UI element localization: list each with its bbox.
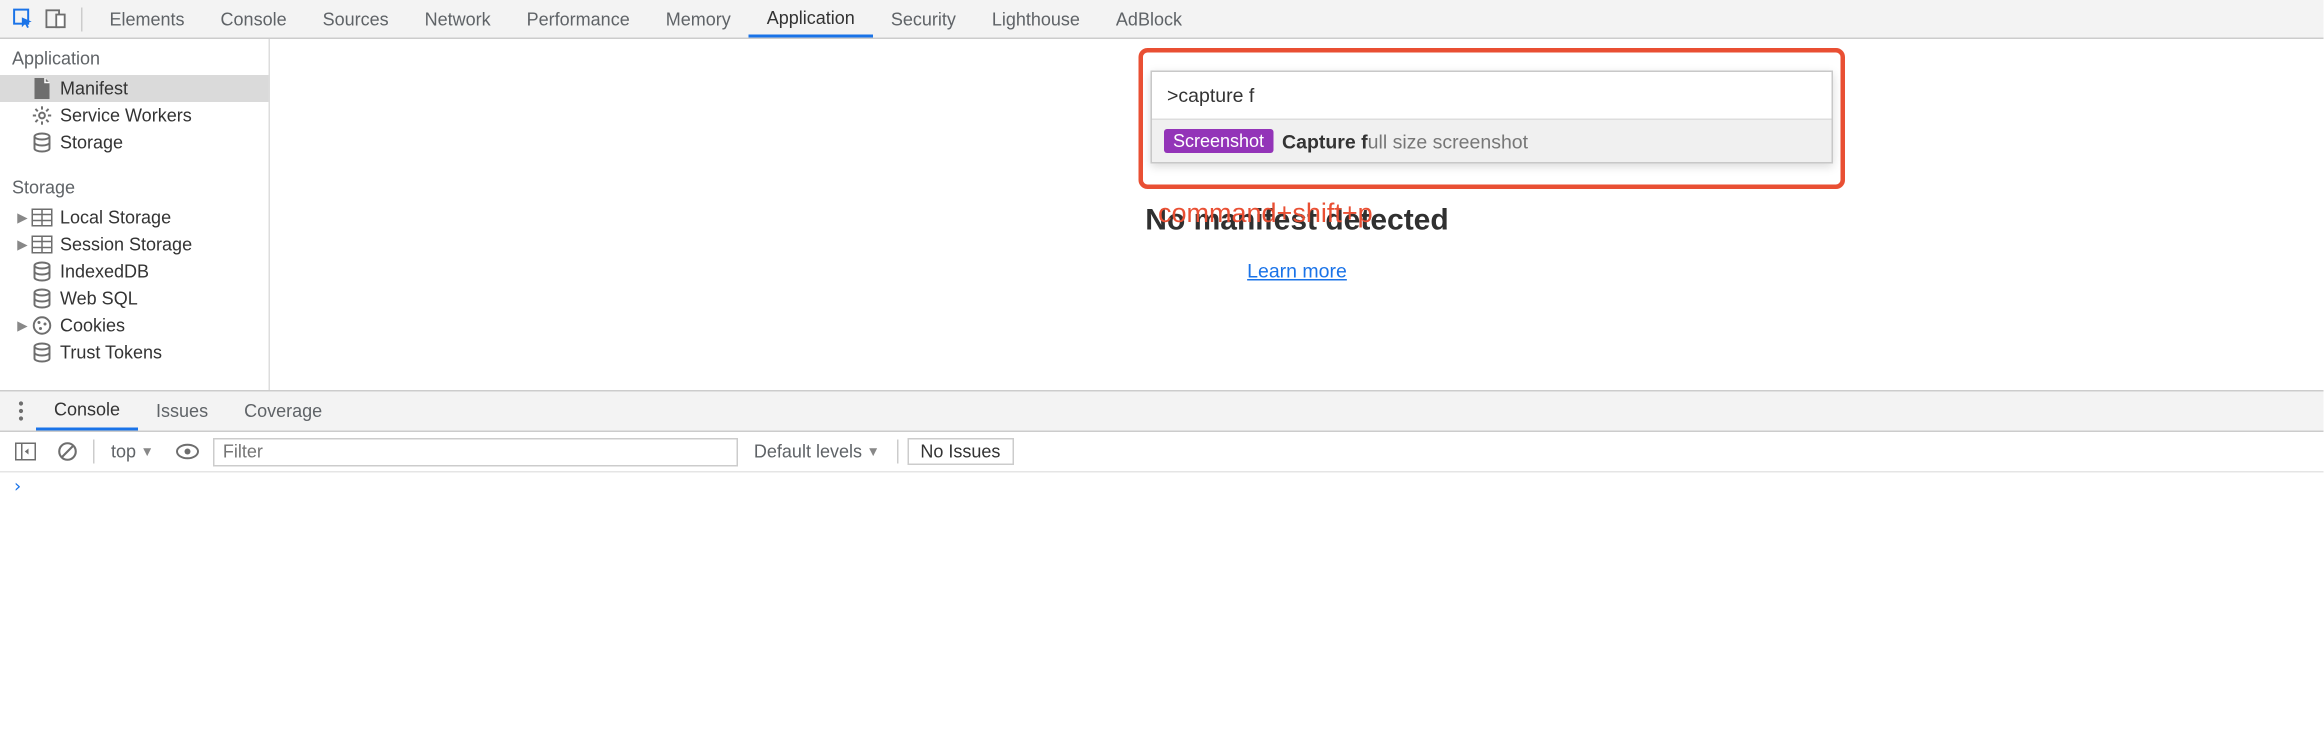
no-issues-button[interactable]: No Issues [907, 438, 1014, 465]
command-result-item[interactable]: Screenshot Capture full size screenshot [1152, 119, 1832, 163]
section-application-title: Application [0, 39, 269, 75]
command-input-value: capture f [1178, 84, 1254, 107]
tab-application[interactable]: Application [749, 0, 873, 38]
sidebar-item-service-workers[interactable]: Service Workers [0, 102, 269, 129]
drawer-tab-issues[interactable]: Issues [138, 392, 226, 431]
tab-sources[interactable]: Sources [305, 0, 407, 38]
drawer-more-icon[interactable] [6, 401, 36, 422]
annotation-shortcut-label: command+shift+p [1158, 198, 1373, 230]
console-prompt[interactable]: › [0, 473, 2324, 500]
console-drawer: Console Issues Coverage top ▼ Default le… [0, 390, 2324, 500]
chevron-down-icon: ▼ [141, 444, 154, 459]
database-icon [30, 341, 54, 365]
live-expression-icon[interactable] [170, 435, 203, 468]
command-input-prefix: > [1167, 84, 1178, 107]
database-icon [30, 260, 54, 284]
main-area: Application Manifest Service Workers Sto… [0, 39, 2324, 390]
drawer-tabs: Console Issues Coverage [0, 392, 2324, 433]
tab-adblock[interactable]: AdBlock [1098, 0, 1200, 38]
prompt-caret-icon: › [12, 476, 23, 497]
command-result-text: Capture full size screenshot [1282, 130, 1528, 153]
tab-memory[interactable]: Memory [648, 0, 749, 38]
sidebar-item-label: Trust Tokens [60, 342, 162, 363]
sidebar-item-label: Service Workers [60, 105, 192, 126]
separator [81, 7, 83, 31]
sidebar-item-local-storage[interactable]: ▶ Local Storage [0, 204, 269, 231]
tab-network[interactable]: Network [407, 0, 509, 38]
tab-console[interactable]: Console [203, 0, 305, 38]
sidebar-item-web-sql[interactable]: Web SQL [0, 285, 269, 312]
device-toolbar-icon[interactable] [39, 2, 72, 35]
tab-lighthouse[interactable]: Lighthouse [974, 0, 1098, 38]
drawer-tab-coverage[interactable]: Coverage [226, 392, 340, 431]
console-sidebar-toggle-icon[interactable] [9, 435, 42, 468]
main-tabs: Elements Console Sources Network Perform… [92, 0, 1200, 38]
sidebar-item-manifest[interactable]: Manifest [0, 75, 269, 102]
sidebar-item-label: Storage [60, 132, 123, 153]
database-icon [30, 131, 54, 155]
devtools-top-bar: Elements Console Sources Network Perform… [0, 0, 2324, 39]
sidebar-item-label: Session Storage [60, 234, 192, 255]
database-icon [30, 287, 54, 311]
table-icon [30, 233, 54, 257]
sidebar-item-label: Local Storage [60, 207, 171, 228]
command-input[interactable]: >capture f [1152, 72, 1832, 119]
tab-performance[interactable]: Performance [509, 0, 648, 38]
expand-icon[interactable]: ▶ [15, 236, 30, 253]
sidebar-item-session-storage[interactable]: ▶ Session Storage [0, 231, 269, 258]
expand-icon[interactable]: ▶ [15, 209, 30, 226]
command-menu: >capture f Screenshot Capture full size … [1151, 71, 1834, 164]
tab-elements[interactable]: Elements [92, 0, 203, 38]
drawer-tab-console[interactable]: Console [36, 392, 138, 431]
expand-icon[interactable]: ▶ [15, 317, 30, 334]
log-levels-selector[interactable]: Default levels ▼ [746, 438, 887, 465]
context-selector[interactable]: top ▼ [104, 438, 162, 465]
content-pane: No manifest detected Learn more >capture… [270, 39, 2324, 390]
application-sidebar: Application Manifest Service Workers Sto… [0, 39, 270, 390]
tab-security[interactable]: Security [873, 0, 974, 38]
clear-console-icon[interactable] [51, 435, 84, 468]
cookie-icon [30, 314, 54, 338]
sidebar-item-trust-tokens[interactable]: Trust Tokens [0, 339, 269, 366]
learn-more-link[interactable]: Learn more [1247, 260, 1347, 283]
console-toolbar: top ▼ Default levels ▼ No Issues [0, 432, 2324, 473]
section-storage-title: Storage [0, 168, 269, 204]
file-icon [30, 77, 54, 101]
console-filter-input[interactable] [212, 437, 737, 466]
table-icon [30, 206, 54, 230]
sidebar-item-label: Manifest [60, 78, 128, 99]
sidebar-item-label: Web SQL [60, 288, 138, 309]
sidebar-item-cookies[interactable]: ▶ Cookies [0, 312, 269, 339]
sidebar-item-storage[interactable]: Storage [0, 129, 269, 156]
sidebar-item-indexeddb[interactable]: IndexedDB [0, 258, 269, 285]
category-badge: Screenshot [1164, 129, 1273, 153]
context-selector-value: top [111, 441, 136, 462]
inspect-element-icon[interactable] [6, 2, 39, 35]
log-levels-value: Default levels [754, 441, 862, 462]
sidebar-item-label: Cookies [60, 315, 125, 336]
sidebar-item-label: IndexedDB [60, 261, 149, 282]
gear-icon [30, 104, 54, 128]
chevron-down-icon: ▼ [866, 444, 879, 459]
